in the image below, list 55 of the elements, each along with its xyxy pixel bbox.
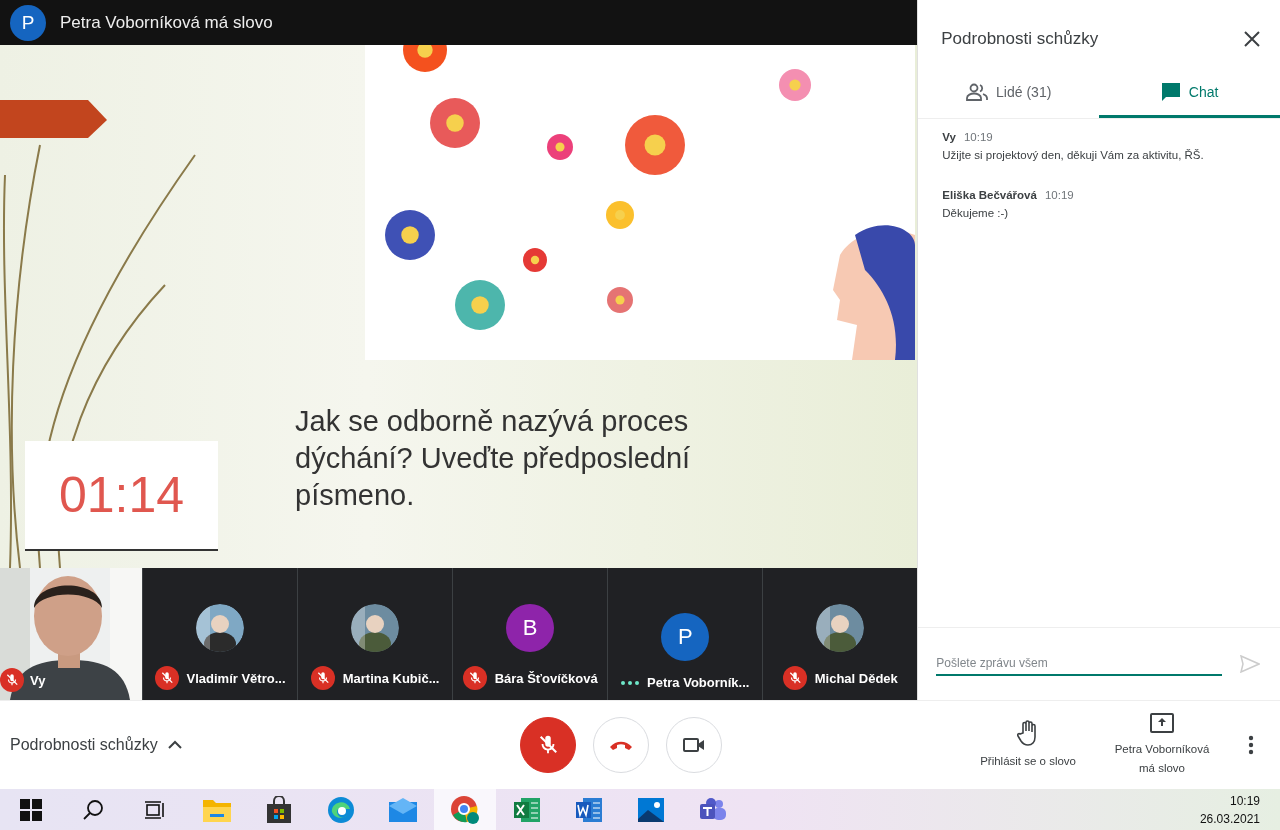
teams-icon[interactable]: [699, 797, 727, 823]
clock-time: 10:19: [1229, 794, 1260, 808]
message-time: 10:19: [1044, 189, 1074, 201]
photos-icon[interactable]: [637, 797, 665, 823]
question-text: Jak se odborně nazývá proces dýchání? Uveďte předposlední písmeno.: [295, 404, 692, 513]
task-view-icon[interactable]: [144, 799, 166, 821]
participant-avatar: P: [661, 613, 710, 661]
chat-icon: [1160, 81, 1181, 102]
panel-title: Podrobnosti schůzky: [941, 29, 1099, 49]
presentation-button[interactable]: Petra Voborníková má slovo: [1102, 711, 1222, 779]
hang-up-button[interactable]: [593, 717, 649, 773]
meeting-details-button[interactable]: Podrobnosti schůzky: [0, 735, 520, 755]
present-screen-icon: [1149, 712, 1175, 734]
hang-up-icon: [609, 740, 633, 750]
participant-name: Michal Dědek: [814, 670, 898, 686]
message-sender: Vy: [942, 131, 956, 143]
word-icon[interactable]: [575, 797, 603, 823]
mic-off-glyph: [787, 671, 802, 685]
participant-name: Martina Kubič...: [342, 670, 440, 686]
panel-tab[interactable]: Lidé (31): [918, 68, 1100, 118]
mic-off-glyph: [159, 671, 174, 685]
mic-off-icon: [537, 734, 559, 756]
participant-name: Petra Voborník...: [647, 675, 750, 690]
countdown-timer: 01:14: [25, 441, 218, 551]
chrome-icon[interactable]: [450, 795, 480, 825]
folder-icon[interactable]: [202, 797, 232, 823]
message-text: Děkujeme :-): [942, 207, 1010, 219]
windows-start-icon[interactable]: [20, 799, 42, 821]
raise-hand-button[interactable]: Přihlásit se o slovo: [974, 718, 1082, 772]
excel-icon[interactable]: [513, 797, 541, 823]
store-bag-icon[interactable]: [266, 796, 292, 824]
camera-button[interactable]: [666, 717, 722, 773]
microphone-button[interactable]: [520, 717, 576, 773]
participant-name: Bára Šťovíčková: [494, 670, 598, 686]
panel-tab[interactable]: Chat: [1099, 68, 1280, 118]
presenter-title: Petra Voborníková má slovo: [60, 12, 273, 33]
participant-name: Vy: [30, 672, 46, 688]
mail-icon[interactable]: [388, 797, 418, 823]
people-icon: [966, 82, 989, 101]
mic-off-glyph: [315, 671, 330, 685]
edge-icon[interactable]: [327, 796, 355, 824]
chevron-up-icon: [167, 740, 182, 750]
clock-date: 26.03.2021: [1199, 812, 1260, 826]
presenter-avatar: P: [10, 4, 46, 41]
message-sender: Eliška Bečvářová: [942, 189, 1037, 201]
more-icon: [1248, 735, 1254, 755]
mic-off-glyph: [5, 673, 19, 687]
message-time: 10:19: [963, 131, 993, 143]
participant-avatar: B: [506, 604, 555, 652]
close-icon[interactable]: [1244, 31, 1260, 47]
search-icon[interactable]: [82, 799, 104, 821]
mic-off-glyph: [467, 671, 482, 685]
camera-icon: [682, 736, 706, 754]
message-text: Užijte si projektový den, děkuji Vám za aktivitu, ŘŠ.: [942, 149, 1205, 161]
participant-name: Vladimír Větro...: [186, 670, 286, 686]
